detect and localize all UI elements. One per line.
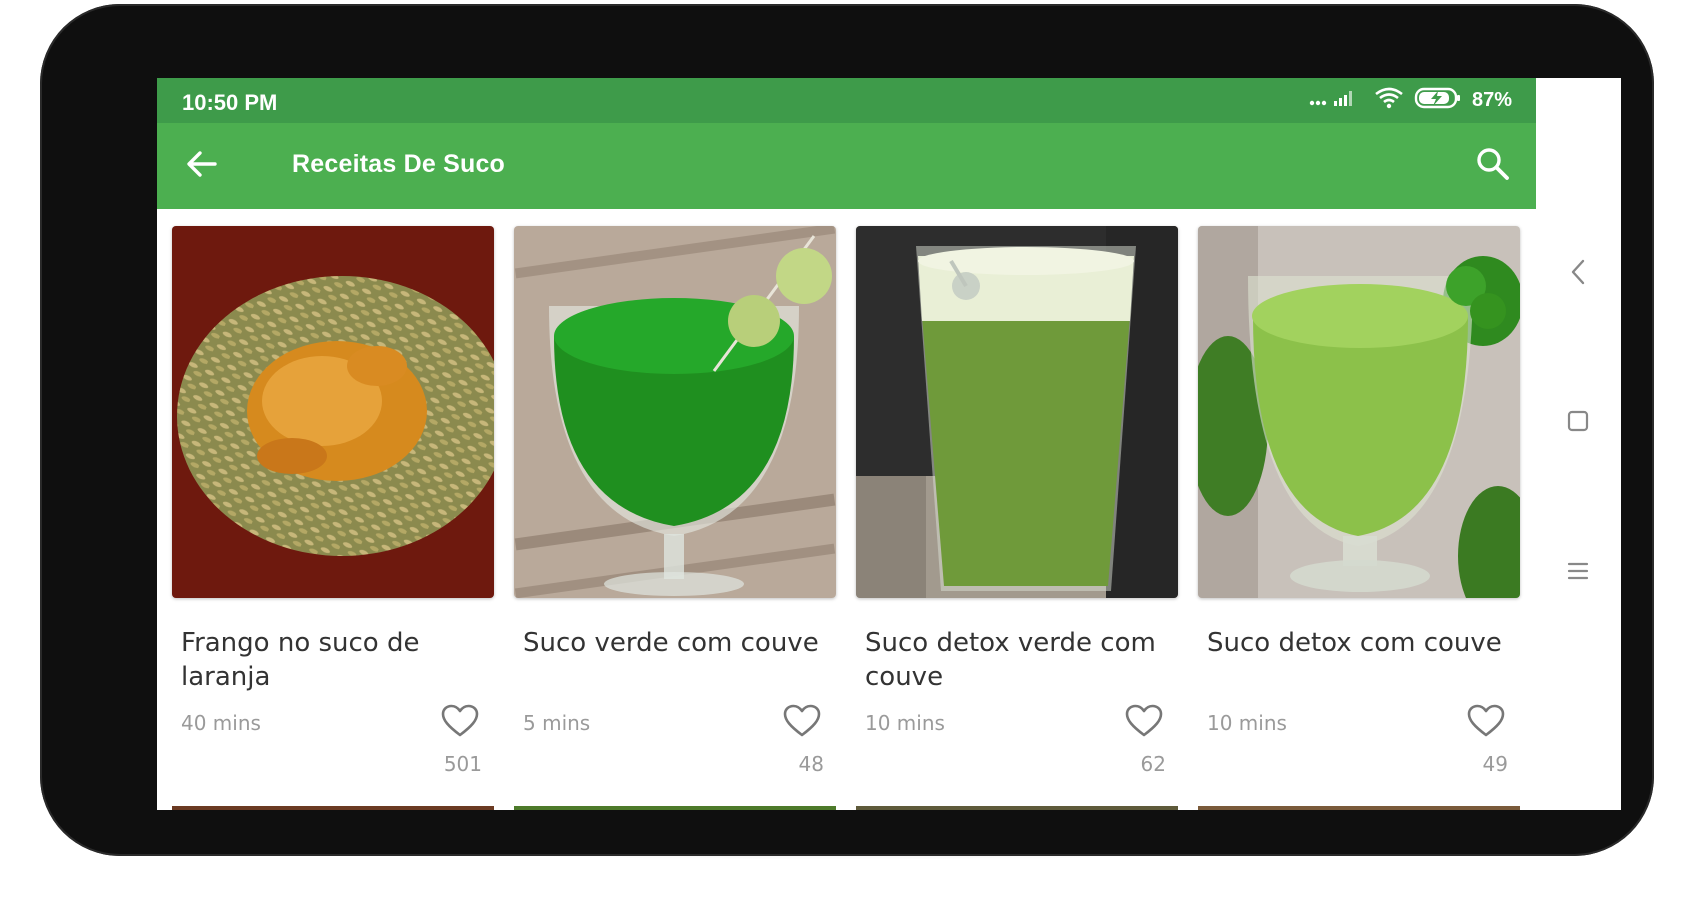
heart-outline-icon <box>1467 704 1505 742</box>
back-button[interactable] <box>179 143 225 189</box>
recipe-time: 10 mins <box>1207 711 1287 735</box>
recipe-image <box>172 226 494 598</box>
next-card-edge <box>514 806 836 810</box>
favorite-button[interactable] <box>1464 703 1508 743</box>
status-icons: 87% <box>1308 87 1512 113</box>
menu-icon <box>1566 560 1590 586</box>
system-nav-bar <box>1536 78 1621 810</box>
nav-back-button[interactable] <box>1556 252 1600 296</box>
recipe-title: Frango no suco de laranja <box>181 628 420 692</box>
favorite-count: 62 <box>1140 752 1166 776</box>
recipe-image <box>514 226 836 598</box>
chevron-left-icon <box>1568 258 1588 290</box>
recipe-card[interactable]: Frango no suco de laranja 40 mins 501 <box>172 226 494 776</box>
next-card-edge <box>1198 806 1520 810</box>
heart-outline-icon <box>441 704 479 742</box>
heart-outline-icon <box>783 704 821 742</box>
recipe-card[interactable]: Suco verde com couve 5 mins 48 <box>514 226 836 776</box>
battery-charging-icon <box>1414 86 1462 114</box>
status-bar: 10:50 PM 87% <box>157 78 1536 123</box>
recipe-card[interactable]: Suco detox com couve 10 mins 49 <box>1198 226 1520 776</box>
recipe-title: Suco verde com couve <box>523 628 819 658</box>
app-bar: Receitas De Suco <box>157 123 1536 209</box>
next-card-edge <box>172 806 494 810</box>
recipe-time: 10 mins <box>865 711 945 735</box>
next-row-peek <box>172 806 1522 810</box>
app-content: 10:50 PM 87% Receitas De Suco Frango no … <box>157 78 1536 810</box>
nav-recents-button[interactable] <box>1556 551 1600 595</box>
tablet-screen: 10:50 PM 87% Receitas De Suco Frango no … <box>157 78 1621 810</box>
status-time: 10:50 PM <box>182 90 278 115</box>
favorite-count: 48 <box>798 752 824 776</box>
wifi-icon <box>1374 86 1404 114</box>
favorite-count: 49 <box>1482 752 1508 776</box>
battery-percentage: 87% <box>1471 88 1512 111</box>
nav-home-button[interactable] <box>1556 401 1600 445</box>
favorite-button[interactable] <box>438 703 482 743</box>
recipe-title: Suco detox com couve <box>1207 628 1502 658</box>
recipe-image <box>856 226 1178 598</box>
recipe-time: 40 mins <box>181 711 261 735</box>
heart-outline-icon <box>1125 704 1163 742</box>
recipe-time: 5 mins <box>523 711 591 735</box>
favorite-button[interactable] <box>780 703 824 743</box>
search-icon <box>1475 146 1511 186</box>
arrow-left-icon <box>185 147 219 185</box>
favorite-count: 501 <box>443 752 482 776</box>
recipe-image <box>1198 226 1520 598</box>
page-title: Receitas De Suco <box>292 150 506 178</box>
favorite-button[interactable] <box>1122 703 1166 743</box>
tablet-frame: 10:50 PM 87% Receitas De Suco Frango no … <box>40 4 1654 856</box>
square-icon <box>1566 409 1590 437</box>
next-card-edge <box>856 806 1178 810</box>
search-button[interactable] <box>1470 143 1516 189</box>
recipe-title: Suco detox verde com couve <box>865 628 1156 692</box>
signal-icon <box>1308 88 1364 112</box>
recipe-card[interactable]: Suco detox verde com couve 10 mins 62 <box>856 226 1178 776</box>
